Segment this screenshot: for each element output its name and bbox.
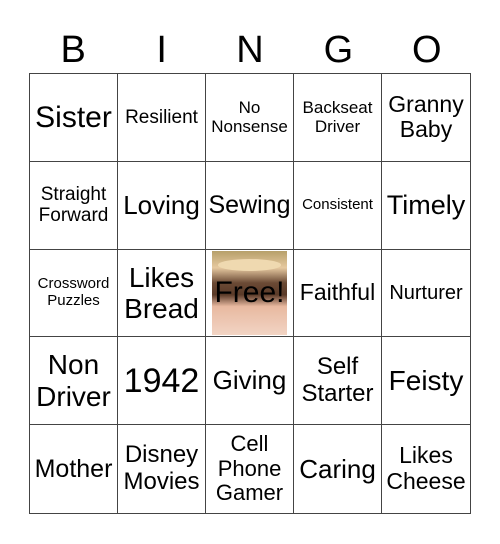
header-letter-i: I	[156, 29, 167, 71]
bingo-cell[interactable]: Caring	[294, 425, 382, 513]
bingo-cell[interactable]: Mother	[30, 425, 118, 513]
bingo-cell[interactable]: Likes Cheese	[382, 425, 470, 513]
bingo-cell-label: Backseat Driver	[302, 98, 373, 137]
bingo-cell-label: Resilient	[125, 106, 198, 128]
bingo-card-grid: Sister Resilient No Nonsense Backseat Drive…	[29, 73, 471, 514]
bingo-cell[interactable]: Giving	[206, 337, 294, 426]
bingo-cell-label: Feisty	[388, 365, 464, 397]
bingo-cell-label: Non Driver	[36, 349, 111, 412]
bingo-cell[interactable]: 1942	[118, 337, 206, 426]
bingo-cell[interactable]: Sewing	[206, 161, 294, 250]
header-letter-g: G	[323, 29, 354, 71]
bingo-cell[interactable]: Backseat Driver	[294, 74, 382, 162]
free-space-label: Free!	[214, 275, 285, 309]
bingo-cell-label: Cell Phone Gamer	[215, 431, 284, 506]
bingo-cell[interactable]: Consistent	[294, 161, 382, 250]
bingo-cell-label: Caring	[299, 453, 376, 484]
bingo-cell-label: Likes Bread	[124, 261, 199, 324]
bingo-cell-label: 1942	[123, 361, 200, 400]
bingo-cell-label: Faithful	[299, 279, 376, 306]
bingo-cell-label: Sewing	[208, 191, 291, 220]
bingo-cell-label: Crossword Puzzles	[37, 275, 110, 309]
bingo-cell-label: Mother	[34, 455, 113, 484]
bingo-cell[interactable]: Non Driver	[30, 337, 118, 426]
bingo-cell-label: Giving	[212, 365, 287, 396]
bingo-cell[interactable]: Likes Bread	[118, 249, 206, 338]
bingo-cell-label: Consistent	[302, 195, 373, 213]
bingo-cell[interactable]: Faithful	[294, 249, 382, 338]
bingo-cell[interactable]: Disney Movies	[118, 425, 206, 513]
bingo-cell-label: Disney Movies	[123, 441, 200, 496]
bingo-cell-label: Straight Forward	[38, 183, 109, 227]
bingo-cell[interactable]: Crossword Puzzles	[30, 249, 118, 338]
bingo-cell-label: Self Starter	[301, 352, 374, 407]
header-letter-n: N	[236, 29, 264, 71]
bingo-cell[interactable]: Resilient	[118, 74, 206, 162]
bingo-cell[interactable]: Granny Baby	[382, 74, 470, 162]
bingo-cell-label: Loving	[123, 189, 200, 220]
bingo-cell[interactable]: Nurturer	[382, 250, 470, 338]
bingo-cell-label: Nurturer	[389, 281, 463, 304]
bingo-cell[interactable]: Straight Forward	[30, 161, 118, 250]
bingo-header: B I N G O	[29, 28, 471, 72]
bingo-cell-label: Sister	[35, 100, 112, 134]
bingo-cell-label: Timely	[386, 190, 466, 221]
bingo-cell-label: No Nonsense	[211, 98, 288, 137]
header-letter-o: O	[412, 29, 442, 71]
bingo-cell[interactable]: Feisty	[382, 337, 470, 426]
bingo-cell[interactable]: Loving	[118, 161, 206, 250]
bingo-cell-label: Granny Baby	[388, 90, 464, 143]
bingo-cell[interactable]: Cell Phone Gamer	[206, 425, 294, 513]
header-letter-b: B	[60, 29, 86, 71]
bingo-cell[interactable]: No Nonsense	[206, 74, 294, 162]
bingo-cell[interactable]: Sister	[30, 74, 118, 162]
bingo-cell-label: Likes Cheese	[386, 442, 466, 495]
bingo-cell[interactable]: Self Starter	[294, 337, 382, 426]
free-space-cell[interactable]: Free!	[206, 249, 294, 338]
hat-shape	[218, 259, 281, 271]
bingo-cell[interactable]: Timely	[382, 162, 470, 250]
